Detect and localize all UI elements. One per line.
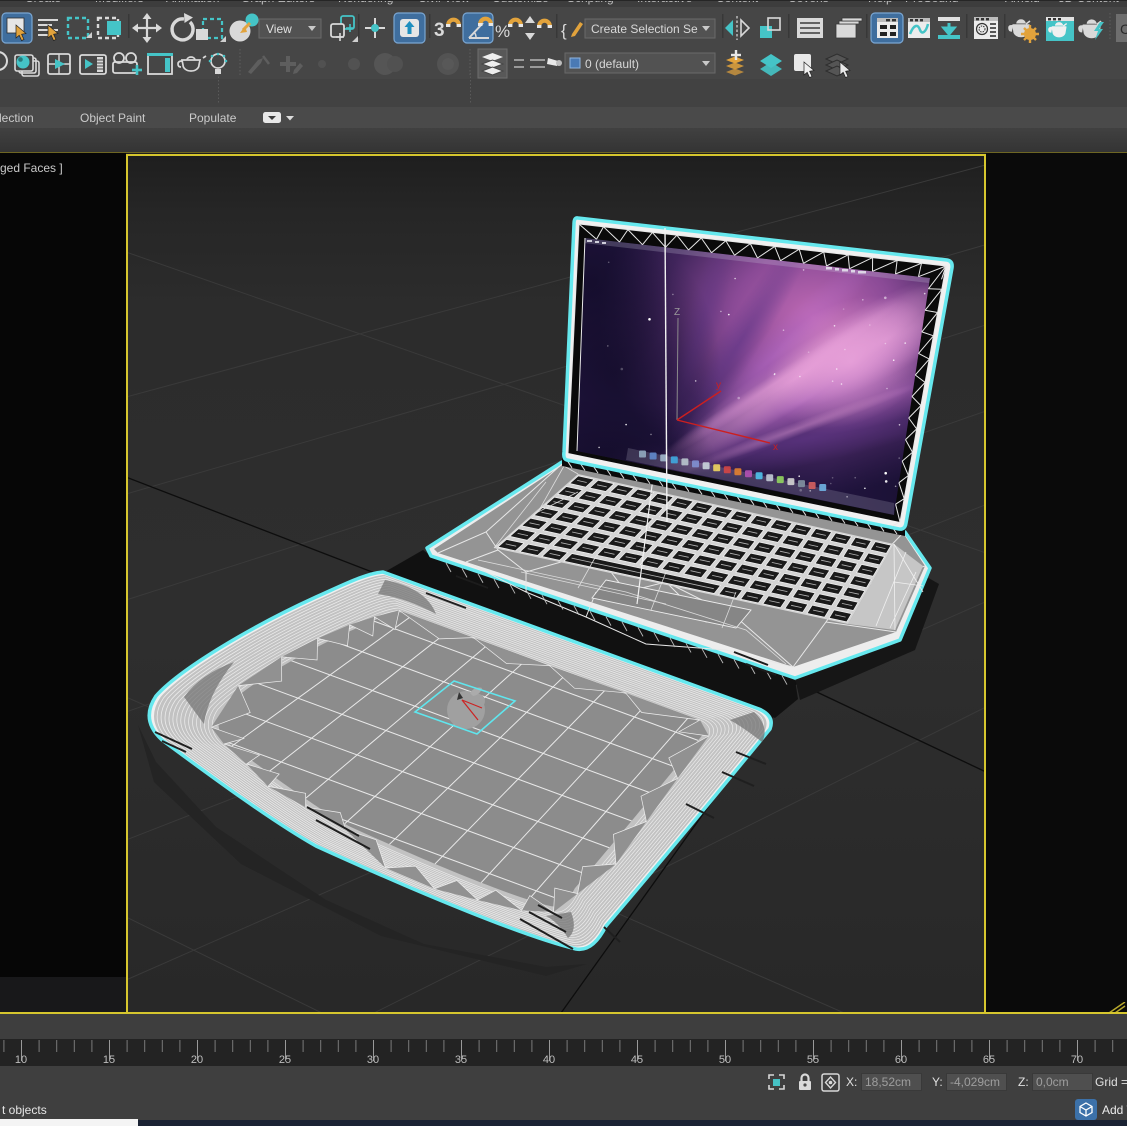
- svg-text:15: 15: [103, 1054, 115, 1066]
- svg-text:70: 70: [1071, 1054, 1083, 1066]
- svg-text:65: 65: [983, 1054, 995, 1066]
- svg-text:View: View: [266, 22, 292, 36]
- svg-text:x: x: [773, 442, 778, 453]
- svg-text:55: 55: [807, 1054, 819, 1066]
- svg-text:30: 30: [367, 1054, 379, 1066]
- svg-text:y: y: [716, 380, 721, 391]
- svg-text:Create Selection Se: Create Selection Se: [591, 22, 698, 36]
- svg-text:Z: Z: [674, 307, 680, 318]
- svg-text:60: 60: [895, 1054, 907, 1066]
- svg-text:45: 45: [631, 1054, 643, 1066]
- svg-text:20: 20: [191, 1054, 203, 1066]
- svg-text:{: {: [561, 21, 567, 40]
- svg-text:%: %: [495, 22, 510, 41]
- svg-text:10: 10: [15, 1054, 27, 1066]
- svg-text:50: 50: [719, 1054, 731, 1066]
- svg-text:0 (default): 0 (default): [585, 57, 639, 71]
- svg-text:35: 35: [455, 1054, 467, 1066]
- svg-text:C: C: [1120, 21, 1127, 37]
- svg-text:25: 25: [279, 1054, 291, 1066]
- svg-text:40: 40: [543, 1054, 555, 1066]
- svg-text:3: 3: [434, 20, 445, 41]
